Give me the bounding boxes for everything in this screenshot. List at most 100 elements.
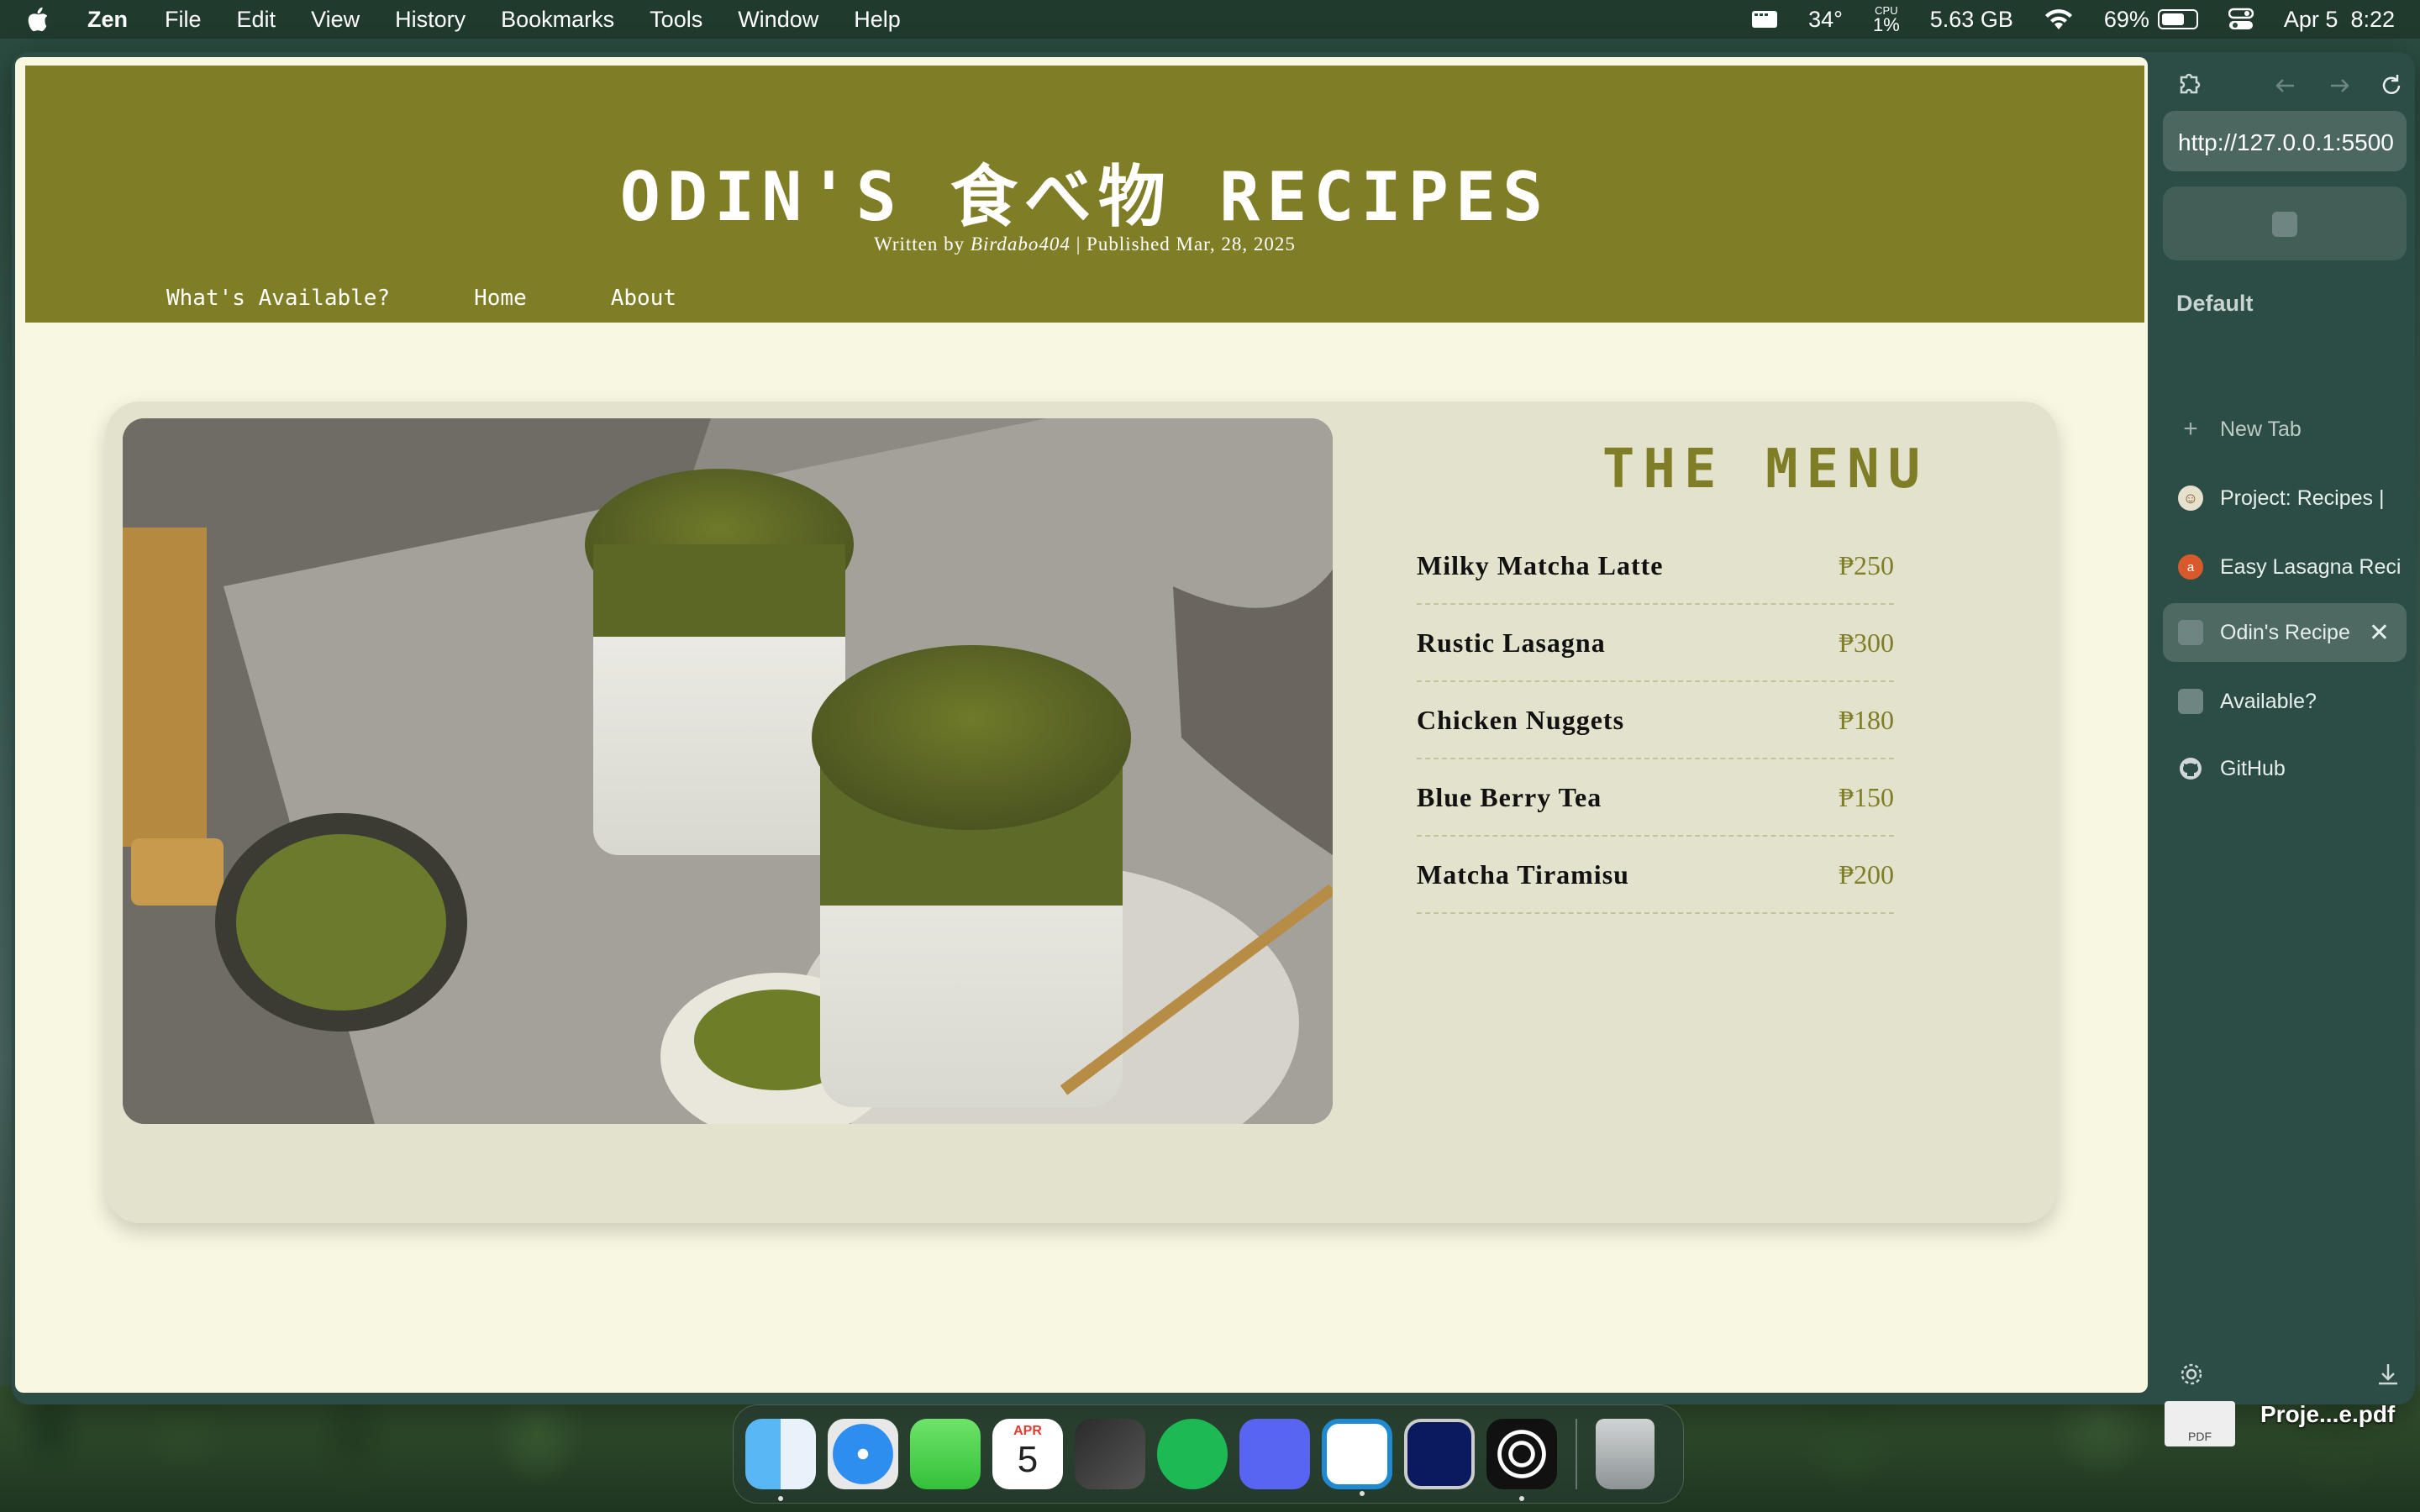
activity-icon[interactable]	[1486, 1419, 1557, 1501]
menu-item-name: Chicken Nuggets	[1417, 704, 1625, 735]
display-icon[interactable]	[1751, 9, 1778, 29]
control-center-icon[interactable]	[2228, 7, 2254, 32]
tab-odins-recipe[interactable]: Odin's Recipe ✕	[2163, 603, 2407, 662]
new-tab-button[interactable]: + New Tab	[2163, 400, 2407, 459]
reload-icon[interactable]	[2376, 71, 2407, 101]
cpu-readout[interactable]: CPU 1%	[1873, 5, 1900, 34]
menu-bookmarks[interactable]: Bookmarks	[501, 7, 614, 33]
back-icon[interactable]	[2270, 71, 2301, 101]
new-tab-label: New Tab	[2220, 417, 2302, 441]
tab-label: Odin's Recipe	[2220, 620, 2350, 644]
tab-easy-lasagna[interactable]: a Easy Lasagna Reci	[2163, 538, 2407, 596]
menu-item-price: ₱300	[1839, 627, 1894, 658]
menu-item: Chicken Nuggets ₱180	[1417, 682, 1894, 759]
dock: APR 5	[733, 1404, 1684, 1504]
menu-item: Matcha Tiramisu ₱200	[1417, 837, 1894, 914]
temperature-readout[interactable]: 34°	[1808, 7, 1843, 33]
tab-label: Easy Lasagna Reci	[2220, 554, 2402, 579]
menu-view[interactable]: View	[311, 7, 360, 33]
forward-icon[interactable]	[2324, 71, 2354, 101]
menu-history[interactable]: History	[395, 7, 466, 33]
menu-window[interactable]: Window	[738, 7, 818, 33]
menu-item-price: ₱200	[1839, 858, 1894, 890]
vscode-icon[interactable]	[1322, 1419, 1392, 1496]
tab-label: Available?	[2220, 689, 2317, 713]
pinned-tab[interactable]	[2163, 186, 2407, 260]
running-indicator	[1360, 1491, 1365, 1496]
pdf-file-icon[interactable]: PDF	[2165, 1401, 2235, 1446]
tab-label: Project: Recipes |	[2220, 486, 2385, 510]
pinned-tab-icon	[2272, 212, 2297, 237]
byline-author: Birdabo404	[970, 234, 1071, 255]
tab-project-recipes[interactable]: ☺ Project: Recipes |	[2163, 469, 2407, 528]
trash-icon[interactable]	[1596, 1419, 1655, 1489]
battery-percent: 69%	[2103, 6, 2149, 32]
page-favicon-icon	[2178, 620, 2203, 645]
messages-icon[interactable]	[910, 1419, 981, 1489]
running-indicator	[778, 1496, 783, 1501]
download-icon[interactable]	[2373, 1359, 2403, 1389]
finder-icon[interactable]	[745, 1419, 816, 1501]
menu-heading: THE MENU	[1602, 438, 1929, 501]
github-icon	[2180, 758, 2202, 780]
nav-home[interactable]: Home	[474, 286, 527, 311]
menu-item-price: ₱150	[1839, 781, 1894, 812]
page-favicon-icon	[2178, 689, 2203, 714]
calendar-icon[interactable]: APR 5	[992, 1419, 1063, 1489]
menu-tools[interactable]: Tools	[650, 7, 702, 33]
hero-image	[123, 418, 1333, 1124]
safari-icon[interactable]	[828, 1419, 898, 1489]
menu-app-name[interactable]: Zen	[87, 7, 128, 33]
sidebar-toolbar	[2158, 64, 2415, 106]
clock[interactable]: Apr 5 8:22	[2284, 7, 2395, 33]
clock-date: Apr 5	[2283, 6, 2338, 32]
menu-item-price: ₱180	[1839, 704, 1894, 735]
tab-label: GitHub	[2220, 756, 2286, 780]
byline: Written by Birdabo404 | Published Mar, 2…	[25, 234, 2144, 255]
odin-favicon-icon: ☺	[2178, 486, 2203, 511]
menu-item: Rustic Lasagna ₱300	[1417, 605, 1894, 682]
menu-item-price: ₱250	[1839, 549, 1894, 580]
calendar-month: APR	[1013, 1424, 1042, 1438]
settings-icon[interactable]	[2176, 1359, 2207, 1389]
clock-time: 8:22	[2350, 6, 2395, 32]
tab-github[interactable]: GitHub	[2163, 739, 2407, 798]
menu-item-name: Milky Matcha Latte	[1417, 549, 1664, 580]
nav-whats-available[interactable]: What's Available?	[166, 286, 390, 311]
dock-separator	[1576, 1419, 1577, 1489]
memory-readout[interactable]: 5.63 GB	[1930, 7, 2013, 33]
tab-available[interactable]: Available?	[2163, 672, 2407, 731]
final-cut-icon[interactable]	[1075, 1419, 1145, 1489]
wifi-icon[interactable]	[2044, 8, 2074, 31]
close-tab-icon[interactable]: ✕	[2369, 618, 2390, 648]
menu-edit[interactable]: Edit	[237, 7, 276, 33]
url-bar[interactable]: http://127.0.0.1:5500	[2163, 111, 2407, 171]
menu-help[interactable]: Help	[854, 7, 901, 33]
apple-icon[interactable]	[25, 6, 50, 33]
matcha-photo	[123, 418, 1333, 1124]
workspace-label: Default	[2176, 291, 2254, 316]
battery-icon	[2157, 9, 2198, 29]
menu-item-name: Matcha Tiramisu	[1417, 858, 1629, 890]
menu-card: THE MENU Milky Matcha Latte ₱250 Rustic …	[106, 402, 2057, 1223]
site-nav: What's Available? Home About	[166, 286, 676, 311]
menu-item: Blue Berry Tea ₱150	[1417, 759, 1894, 837]
discord-icon[interactable]	[1239, 1419, 1310, 1489]
web-content: ODIN'S 食べ物 RECIPES Written by Birdabo404…	[15, 57, 2148, 1393]
battery-indicator[interactable]: 69%	[2104, 7, 2198, 33]
menu-item-name: Rustic Lasagna	[1417, 627, 1606, 658]
menu-item-name: Blue Berry Tea	[1417, 781, 1602, 812]
spotify-icon[interactable]	[1157, 1419, 1228, 1489]
site-header: ODIN'S 食べ物 RECIPES Written by Birdabo404…	[25, 66, 2144, 323]
browser-sidebar: http://127.0.0.1:5500 Default + New Tab …	[2158, 52, 2415, 1404]
terminal-icon[interactable]	[1404, 1419, 1475, 1489]
plus-icon: +	[2183, 415, 2198, 443]
site-title: ODIN'S 食べ物 RECIPES	[619, 158, 1550, 236]
extensions-icon[interactable]	[2173, 71, 2203, 101]
byline-prefix: Written by	[874, 234, 965, 255]
menubar: Zen File Edit View History Bookmarks Too…	[0, 0, 2420, 39]
menu-item: Milky Matcha Latte ₱250	[1417, 528, 1894, 605]
menu-file[interactable]: File	[165, 7, 202, 33]
pdf-file-label[interactable]: Proje...e.pdf	[2260, 1401, 2395, 1428]
nav-about[interactable]: About	[611, 286, 676, 311]
